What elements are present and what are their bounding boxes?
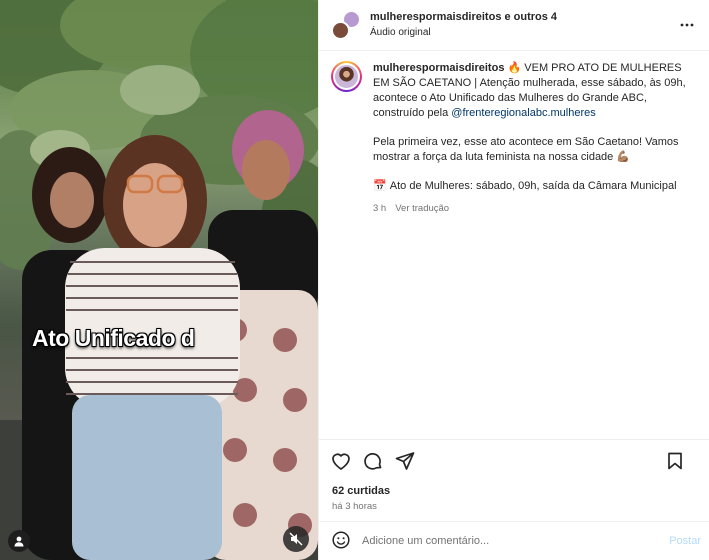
post-details-panel: mulherespormaisdireitos e outros 4 Áudio… bbox=[318, 0, 709, 560]
video-frame-scene bbox=[0, 0, 318, 560]
share-send-icon[interactable] bbox=[395, 451, 415, 471]
action-icons bbox=[331, 451, 697, 471]
reel-video[interactable]: Ato Unificado d bbox=[0, 0, 318, 560]
fire-icon: 🔥 bbox=[507, 62, 522, 74]
post-comment-button[interactable]: Postar bbox=[669, 535, 701, 547]
comment-input[interactable] bbox=[362, 535, 652, 547]
mention-link[interactable]: @frenteregionalabc.mulheres bbox=[451, 107, 595, 119]
avatar[interactable] bbox=[331, 61, 362, 92]
post-author-link[interactable]: mulherespormaisdireitos e outros 4 bbox=[370, 10, 557, 25]
save-bookmark-icon[interactable] bbox=[665, 451, 685, 471]
comment-bubble-icon[interactable] bbox=[363, 451, 383, 471]
like-heart-icon[interactable] bbox=[331, 451, 351, 471]
caption-paragraph-1: mulherespormaisdireitos 🔥 VEM PRO ATO DE… bbox=[373, 61, 698, 121]
post-timestamp[interactable]: há 3 horas bbox=[332, 501, 377, 512]
user-tag-icon[interactable] bbox=[8, 530, 30, 552]
post-caption: mulherespormaisdireitos 🔥 VEM PRO ATO DE… bbox=[331, 61, 706, 216]
collab-avatars[interactable] bbox=[331, 10, 361, 40]
caption-body: mulherespormaisdireitos 🔥 VEM PRO ATO DE… bbox=[373, 61, 698, 216]
comment-bar: Postar bbox=[319, 521, 709, 560]
emoji-smiley-icon[interactable] bbox=[332, 530, 350, 552]
video-caption-overlay: Ato Unificado d bbox=[32, 325, 195, 351]
more-options-icon[interactable] bbox=[679, 17, 695, 33]
avatar bbox=[331, 21, 350, 40]
calendar-icon: 📅 bbox=[373, 180, 387, 192]
post-header-text: mulherespormaisdireitos e outros 4 Áudio… bbox=[370, 10, 557, 40]
caption-paragraph-2: Pela primeira vez, esse ato acontece em … bbox=[373, 136, 679, 163]
speaker-muted-icon bbox=[289, 532, 303, 546]
person-glyph bbox=[14, 536, 24, 547]
caption-meta: 3 h Ver tradução bbox=[373, 201, 698, 216]
caption-username[interactable]: mulherespormaisdireitos bbox=[373, 62, 504, 74]
caption-age[interactable]: 3 h bbox=[373, 203, 386, 214]
mute-toggle-button[interactable] bbox=[283, 526, 309, 552]
post-header: mulherespormaisdireitos e outros 4 Áudio… bbox=[319, 0, 709, 51]
post-actions: 62 curtidas há 3 horas bbox=[319, 439, 709, 521]
instagram-post-modal: Ato Unificado d mulherespormaisdireitos … bbox=[0, 0, 709, 560]
see-translation-link[interactable]: Ver tradução bbox=[395, 203, 449, 214]
audio-link[interactable]: Áudio original bbox=[370, 25, 557, 40]
caption-event-text: Ato de Mulheres: sábado, 09h, saída da C… bbox=[389, 180, 677, 192]
caption-paragraph-3: 📅 Ato de Mulheres: sábado, 09h, saída da… bbox=[373, 179, 698, 194]
likes-count[interactable]: 62 curtidas bbox=[332, 485, 390, 497]
